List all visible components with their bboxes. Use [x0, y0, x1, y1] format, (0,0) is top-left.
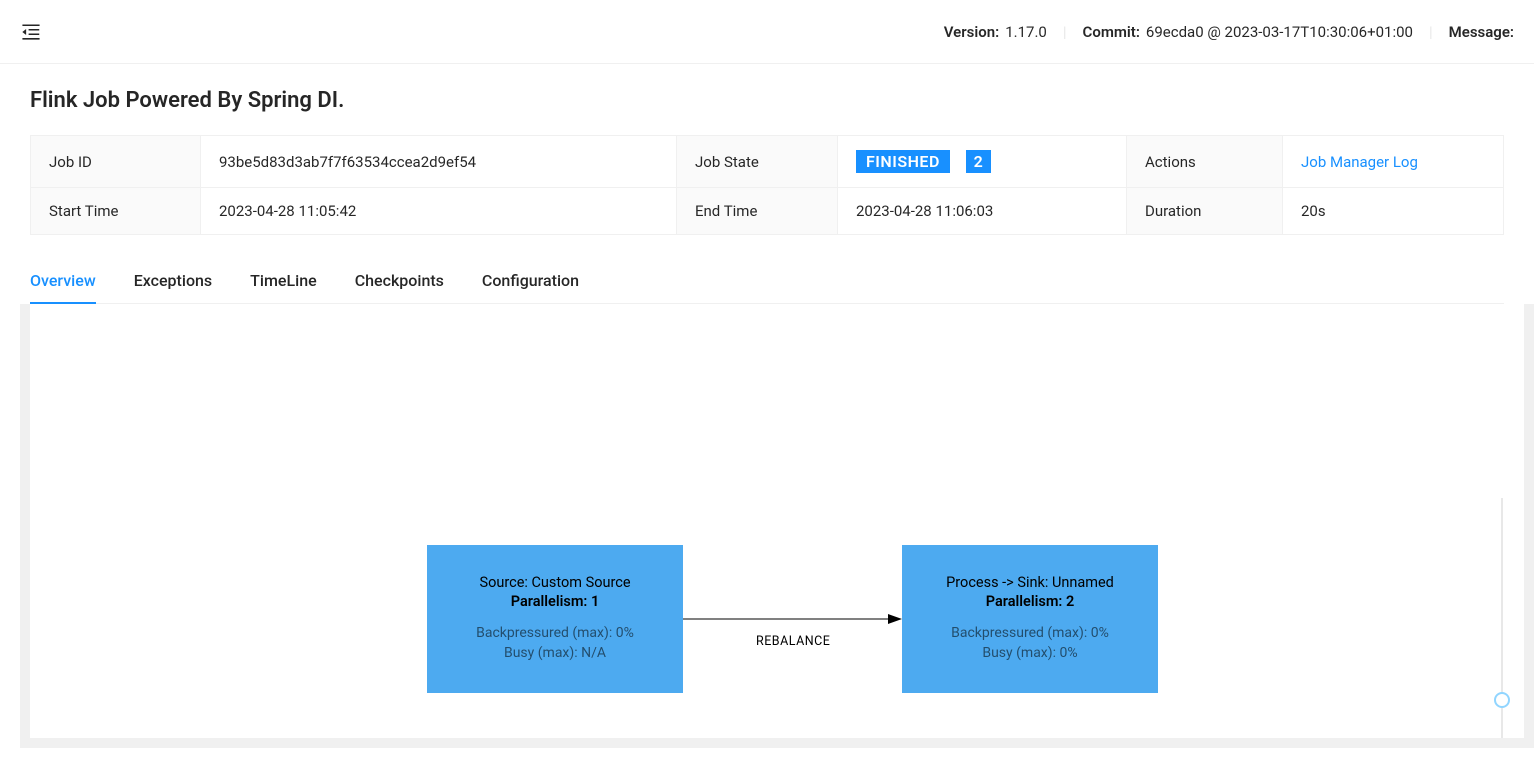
edge-label: REBALANCE [756, 634, 830, 649]
actions-label: Actions [1127, 136, 1283, 188]
tabs-bar: Overview Exceptions TimeLine Checkpoints… [30, 259, 1504, 304]
job-manager-log-link[interactable]: Job Manager Log [1301, 153, 1418, 171]
tab-overview[interactable]: Overview [30, 259, 96, 304]
node-backpressure: Backpressured (max): 0% [476, 624, 634, 644]
tab-checkpoints[interactable]: Checkpoints [355, 259, 444, 304]
tab-configuration[interactable]: Configuration [482, 259, 579, 304]
node-busy: Busy (max): 0% [982, 644, 1077, 664]
header-info-bar: Version: 1.17.0 | Commit: 69ecda0 @ 2023… [944, 23, 1514, 41]
job-state-value-cell: FINISHED 2 [838, 136, 1127, 188]
commit-label: Commit: [1083, 23, 1140, 41]
version-label: Version: [944, 23, 999, 41]
message-label: Message: [1449, 23, 1514, 41]
node-busy: Busy (max): N/A [504, 644, 606, 664]
divider: | [1063, 23, 1067, 41]
top-header: Version: 1.17.0 | Commit: 69ecda0 @ 2023… [0, 0, 1534, 64]
duration-value: 20s [1283, 188, 1504, 235]
edge-arrow-icon [683, 612, 902, 626]
zoom-slider-handle[interactable] [1494, 692, 1510, 708]
job-id-label: Job ID [31, 136, 201, 188]
page-title: Flink Job Powered By Spring DI. [30, 88, 1504, 113]
job-graph[interactable]: Source: Custom Source Parallelism: 1 Bac… [30, 304, 1524, 738]
job-state-label: Job State [677, 136, 838, 188]
start-time-value: 2023-04-28 11:05:42 [201, 188, 677, 235]
menu-fold-icon [20, 21, 42, 43]
status-badge: FINISHED [856, 150, 950, 173]
graph-node-source[interactable]: Source: Custom Source Parallelism: 1 Bac… [427, 545, 683, 693]
graph-node-sink[interactable]: Process -> Sink: Unnamed Parallelism: 2 … [902, 545, 1158, 693]
node-title: Process -> Sink: Unnamed [946, 574, 1114, 591]
graph-container: Source: Custom Source Parallelism: 1 Bac… [20, 304, 1534, 748]
node-title: Source: Custom Source [479, 574, 630, 591]
node-parallelism: Parallelism: 2 [986, 593, 1075, 610]
node-parallelism: Parallelism: 1 [511, 593, 600, 610]
actions-cell: Job Manager Log [1283, 136, 1504, 188]
duration-label: Duration [1127, 188, 1283, 235]
status-count-badge: 2 [966, 150, 992, 173]
node-backpressure: Backpressured (max): 0% [951, 624, 1109, 644]
job-info-table: Job ID 93be5d83d3ab7f7f63534ccea2d9ef54 … [30, 135, 1504, 235]
start-time-label: Start Time [31, 188, 201, 235]
end-time-label: End Time [677, 188, 838, 235]
tab-exceptions[interactable]: Exceptions [134, 259, 212, 304]
commit-value: 69ecda0 @ 2023-03-17T10:30:06+01:00 [1146, 23, 1413, 41]
divider: | [1429, 23, 1433, 41]
sidebar-toggle-button[interactable] [20, 21, 42, 43]
end-time-value: 2023-04-28 11:06:03 [838, 188, 1127, 235]
version-value: 1.17.0 [1005, 23, 1047, 41]
job-id-value: 93be5d83d3ab7f7f63534ccea2d9ef54 [201, 136, 677, 188]
tab-timeline[interactable]: TimeLine [250, 259, 317, 304]
